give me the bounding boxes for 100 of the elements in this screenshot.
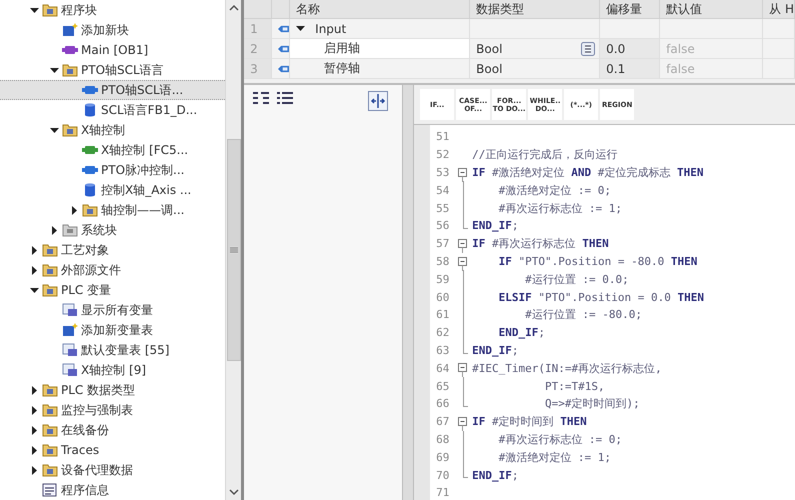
line-number: 53 bbox=[435, 166, 450, 179]
table-icon bbox=[62, 303, 78, 317]
code-line: #运行位置 := -80.0; bbox=[524, 307, 642, 322]
fold-toggle-icon[interactable] bbox=[458, 416, 468, 431]
row-number: 2 bbox=[244, 39, 272, 59]
tree-item-label: Traces bbox=[61, 443, 100, 457]
line-number: 71 bbox=[435, 486, 450, 500]
collapsed-arrow-icon[interactable] bbox=[50, 226, 59, 234]
column-header[interactable]: 数据类型 bbox=[470, 0, 600, 19]
fold-toggle-icon[interactable] bbox=[458, 168, 468, 182]
split-view-icon[interactable] bbox=[368, 91, 388, 111]
indent-icon[interactable] bbox=[252, 91, 270, 105]
tree-item[interactable]: 程序块 bbox=[0, 0, 226, 20]
line-number: 63 bbox=[435, 344, 450, 357]
block-icon bbox=[82, 83, 98, 97]
fold-toggle-icon[interactable] bbox=[458, 238, 468, 253]
line-number: 55 bbox=[435, 202, 450, 215]
table-cell: Bool bbox=[476, 42, 502, 56]
tree-item-label: PTO轴SCL语言 bbox=[81, 62, 164, 78]
tree-item-label: 工艺对象 bbox=[61, 242, 109, 258]
tree-item[interactable]: 工艺对象 bbox=[0, 240, 226, 260]
table-cell[interactable]: 暂停轴 bbox=[290, 59, 470, 79]
tree-item[interactable]: PTO轴SCL语... bbox=[0, 80, 226, 100]
scrollbar[interactable] bbox=[225, 0, 242, 500]
expanded-arrow-icon[interactable] bbox=[30, 6, 39, 14]
tree-item[interactable]: Traces bbox=[0, 440, 226, 460]
code-line: Q=>#定时时间到); bbox=[544, 396, 640, 412]
collapsed-arrow-icon[interactable] bbox=[70, 206, 79, 214]
tree-item[interactable]: 轴控制——调... bbox=[0, 200, 226, 220]
table-cell: false bbox=[660, 39, 764, 59]
line-number: 56 bbox=[435, 219, 450, 232]
line-number: 66 bbox=[435, 397, 450, 410]
column-header[interactable]: 从 H bbox=[763, 0, 795, 19]
block-icon bbox=[62, 43, 78, 57]
tree-item[interactable]: 在线备份 bbox=[0, 420, 226, 440]
tree-item[interactable]: PLC 数据类型 bbox=[0, 380, 226, 400]
line-number: 69 bbox=[435, 450, 450, 464]
column-header[interactable]: 偏移量 bbox=[600, 0, 660, 19]
table-cell[interactable]: 启用轴 bbox=[290, 39, 470, 59]
block-icon bbox=[82, 163, 98, 177]
tree-item[interactable]: SCL语言FB1_D... bbox=[0, 100, 226, 120]
fold-toggle-icon[interactable] bbox=[458, 363, 468, 378]
expanded-arrow-icon[interactable] bbox=[50, 66, 59, 74]
tree-item[interactable]: 外部源文件 bbox=[0, 260, 226, 280]
line-number: 60 bbox=[435, 290, 450, 304]
collapsed-arrow-icon[interactable] bbox=[30, 386, 39, 394]
tree-item[interactable]: 程序信息 bbox=[0, 480, 226, 500]
tree-item[interactable]: X轴控制 [9] bbox=[0, 360, 226, 380]
tree-item[interactable]: 监控与强制表 bbox=[0, 400, 226, 420]
fold-toggle-icon[interactable] bbox=[458, 256, 468, 271]
line-number: 65 bbox=[435, 380, 450, 393]
table-cell: 0.1 bbox=[600, 59, 660, 79]
collapsed-arrow-icon[interactable] bbox=[30, 246, 39, 254]
new-document-icon bbox=[62, 23, 78, 37]
column-header[interactable]: 默认值 bbox=[660, 0, 764, 19]
tree-item-label: SCL语言FB1_D... bbox=[101, 102, 198, 118]
scroll-up-icon[interactable] bbox=[228, 4, 239, 12]
tree-item-label: 监控与强制表 bbox=[61, 402, 133, 418]
tree-item[interactable]: 系统块 bbox=[0, 220, 226, 240]
tree-item[interactable]: PLC 变量 bbox=[0, 280, 226, 300]
tree-item[interactable]: X轴控制 bbox=[0, 120, 226, 140]
tree-item[interactable]: 添加新变量表 bbox=[0, 320, 226, 340]
tree-item-label: PTO脉冲控制... bbox=[101, 162, 184, 178]
folder-icon bbox=[42, 383, 58, 397]
expanded-arrow-icon[interactable] bbox=[50, 126, 59, 134]
code-line: IF #定时时间到 THEN bbox=[471, 414, 587, 430]
collapsed-arrow-icon[interactable] bbox=[30, 426, 39, 434]
collapsed-arrow-icon[interactable] bbox=[30, 266, 39, 274]
tree-item-label: 添加新变量表 bbox=[81, 322, 153, 338]
collapsed-arrow-icon[interactable] bbox=[30, 446, 39, 454]
grip-icon bbox=[230, 247, 238, 253]
tree-item[interactable]: PTO轴SCL语言 bbox=[0, 60, 226, 80]
dropdown-list-icon[interactable] bbox=[581, 42, 596, 56]
line-number: 67 bbox=[435, 415, 450, 428]
tree-item[interactable]: 显示所有变量 bbox=[0, 300, 226, 320]
code-line: END_IF; bbox=[471, 468, 519, 482]
folder-icon bbox=[42, 443, 58, 457]
tree-item[interactable]: 默认变量表 [55] bbox=[0, 340, 226, 360]
collapsed-arrow-icon[interactable] bbox=[30, 406, 39, 414]
tree-item[interactable]: X轴控制 [FC5... bbox=[0, 140, 226, 160]
collapsed-arrow-icon[interactable] bbox=[30, 466, 39, 474]
list-icon[interactable] bbox=[276, 91, 294, 105]
code-line: END_IF; bbox=[471, 219, 519, 232]
tree-item[interactable]: 添加新块 bbox=[0, 20, 226, 40]
scroll-thumb[interactable] bbox=[226, 139, 241, 361]
tree-item[interactable]: 设备代理数据 bbox=[0, 460, 226, 480]
tree-item[interactable]: PTO脉冲控制... bbox=[0, 160, 226, 180]
tree-item-label: 默认变量表 [55] bbox=[81, 342, 170, 358]
expanded-arrow-icon[interactable] bbox=[30, 286, 39, 294]
code-line: PT:=T#1S, bbox=[544, 380, 605, 393]
tree-item[interactable]: 控制X轴_Axis ... bbox=[0, 180, 226, 200]
line-number: 54 bbox=[435, 184, 450, 197]
scroll-down-icon[interactable] bbox=[228, 488, 239, 496]
tree-item[interactable]: Main [OB1] bbox=[0, 40, 226, 60]
folder-icon bbox=[42, 243, 58, 257]
column-header[interactable]: 名称 bbox=[290, 0, 470, 19]
database-icon bbox=[82, 183, 98, 197]
block-icon bbox=[82, 143, 98, 157]
code-line: IF "PTO".Position = -80.0 THEN bbox=[498, 254, 698, 268]
expanded-arrow-icon[interactable] bbox=[296, 24, 306, 33]
